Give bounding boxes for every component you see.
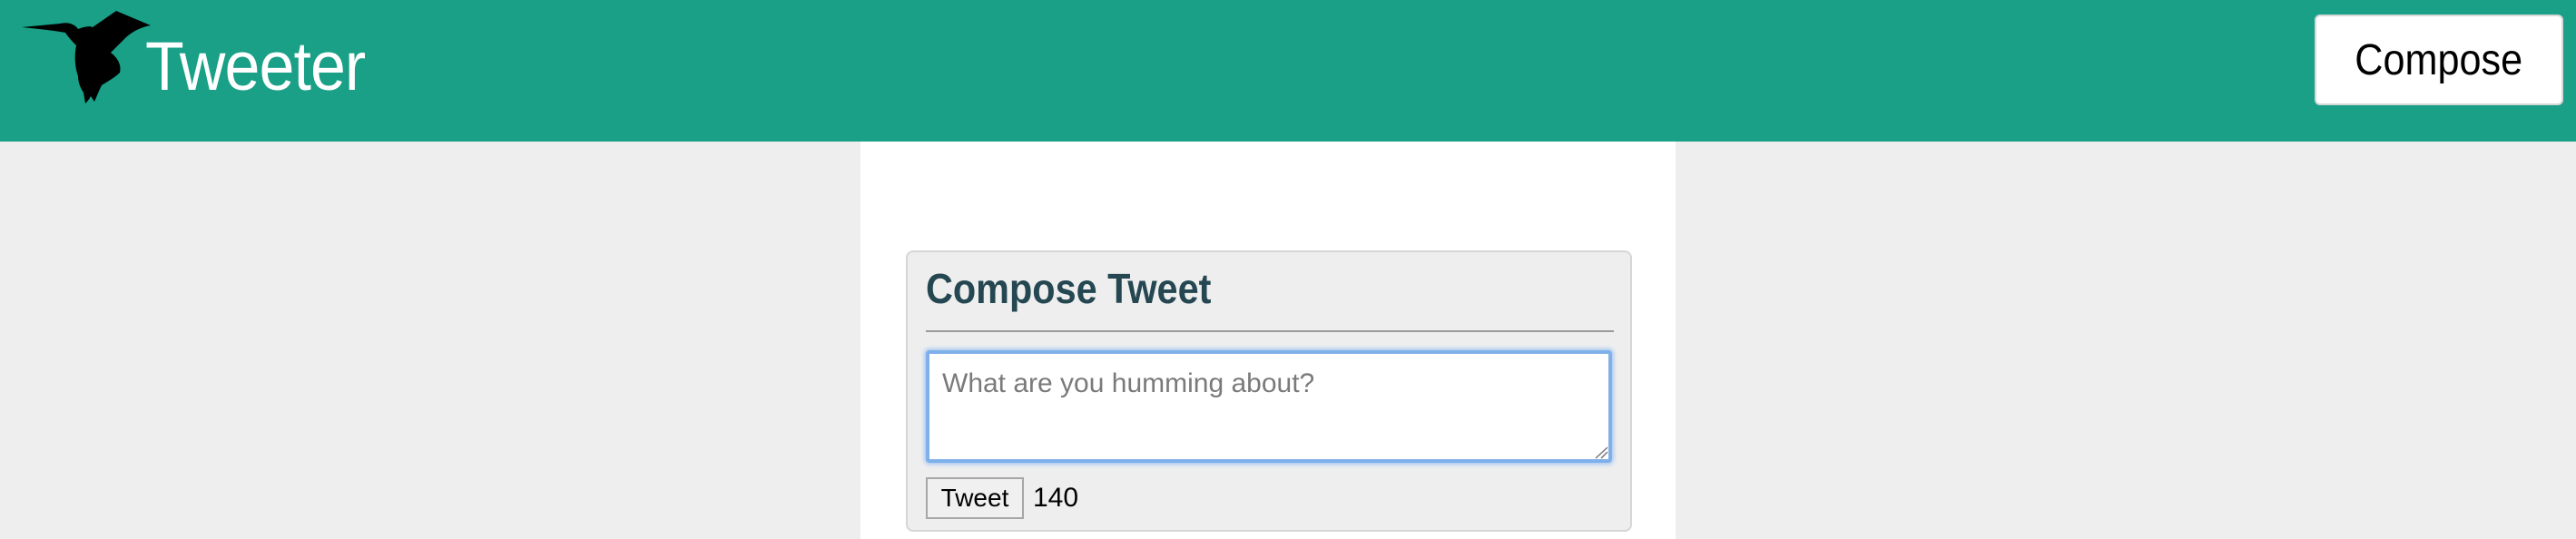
brand-title[interactable]: Tweeter (145, 25, 366, 109)
compose-button-label: Compose (2355, 35, 2523, 84)
navbar: Tweeter Compose (0, 0, 2576, 142)
divider (926, 330, 1614, 332)
resize-handle-icon[interactable] (1594, 446, 1608, 459)
hummingbird-icon (22, 11, 151, 103)
compose-title: Compose Tweet (926, 265, 1212, 312)
tweet-button[interactable]: Tweet (926, 477, 1024, 519)
char-counter: 140 (1033, 483, 1079, 513)
tweet-textarea[interactable] (926, 350, 1612, 463)
compose-tweet-panel: Compose Tweet Tweet 140 (906, 250, 1632, 532)
compose-button[interactable]: Compose (2315, 15, 2563, 105)
main-container: Compose Tweet Tweet 140 (860, 142, 1676, 539)
